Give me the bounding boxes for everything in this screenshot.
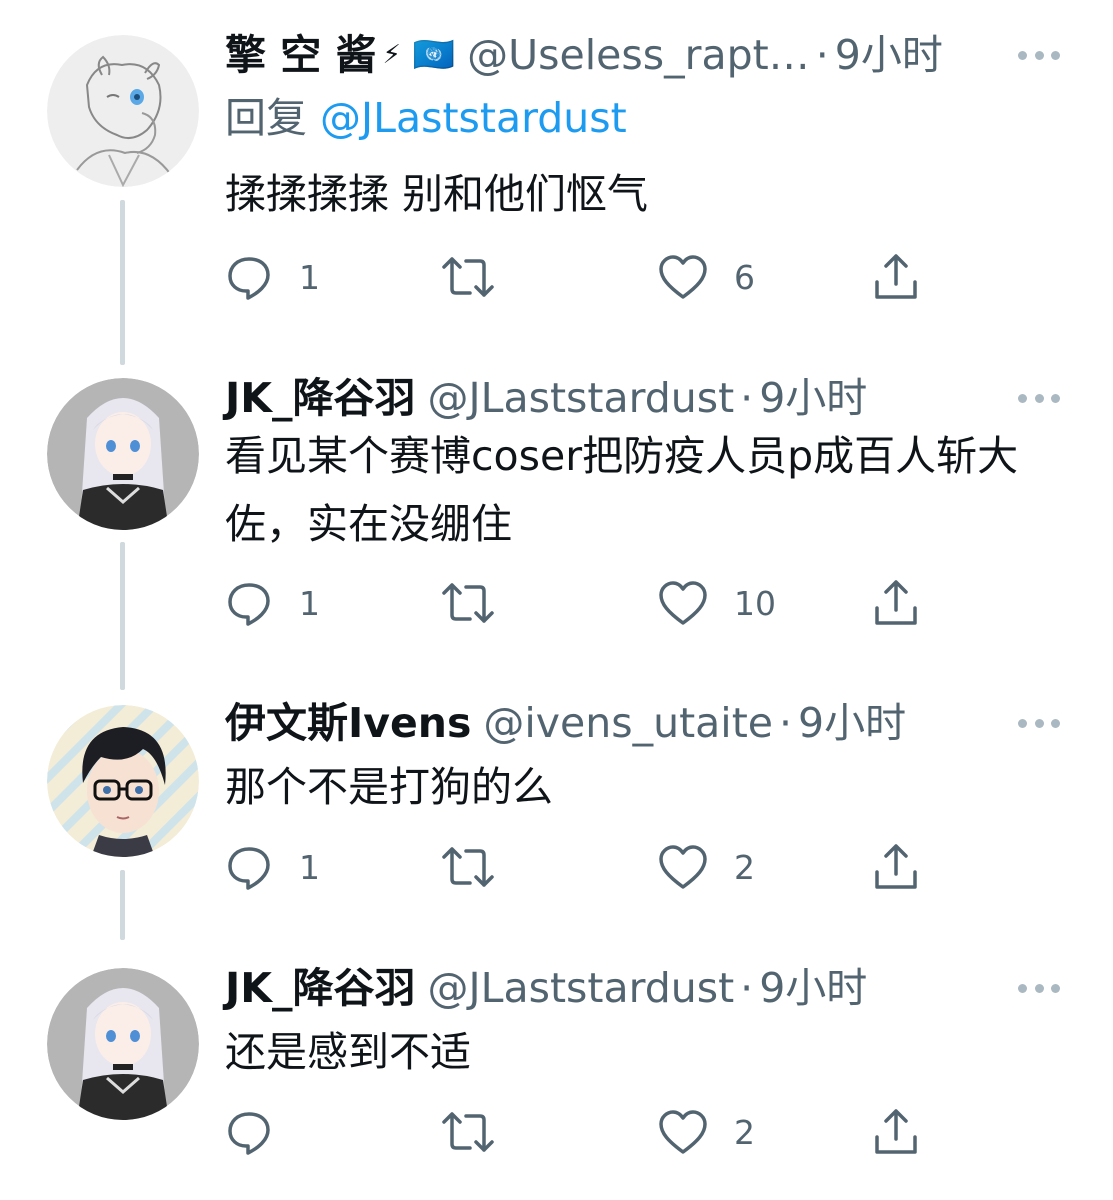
reply-count: 1 — [299, 847, 320, 887]
tweet-actions: 1 10 — [225, 575, 945, 631]
tweet-text: 还是感到不适 — [225, 1028, 471, 1076]
retweet-button[interactable] — [440, 1104, 522, 1160]
thread-line — [120, 200, 125, 365]
retweet-icon — [442, 583, 494, 623]
like-icon — [659, 1110, 707, 1154]
tweet-4[interactable]: JK_降谷羽 @JLaststardust · 9小时 还是感到不适 2 — [0, 950, 1113, 1200]
share-icon — [875, 844, 917, 889]
like-button[interactable]: 6 — [658, 249, 755, 305]
share-icon — [875, 254, 917, 299]
like-count: 10 — [734, 583, 776, 623]
like-count: 2 — [734, 1112, 755, 1152]
reply-icon — [228, 257, 270, 300]
like-button[interactable]: 10 — [658, 575, 776, 631]
reply-icon — [228, 1112, 270, 1155]
reply-prefix: 回复 — [225, 94, 307, 142]
un-flag-badge-icon: 🇺🇳 — [412, 35, 456, 75]
user-handle[interactable]: @Useless_rapt… — [467, 25, 810, 85]
retweet-icon — [442, 1112, 494, 1152]
reply-count: 1 — [299, 583, 320, 623]
like-button[interactable]: 2 — [658, 839, 755, 895]
user-handle[interactable]: @ivens_utaite — [483, 693, 773, 753]
tweet-header: 伊文斯Ivens @ivens_utaite · 9小时 — [225, 693, 906, 753]
thread-line — [120, 542, 125, 690]
retweet-icon — [442, 847, 494, 887]
avatar-ivens[interactable] — [47, 705, 199, 857]
tweet-1[interactable]: 擎 空 酱 ⚡ 🇺🇳 @Useless_rapt… · 9小时 回复 @JLas… — [0, 0, 1113, 365]
like-count: 6 — [734, 257, 755, 297]
like-count: 2 — [734, 847, 755, 887]
timestamp[interactable]: 9小时 — [835, 25, 943, 85]
reply-button[interactable]: 1 — [225, 575, 320, 631]
tweet-actions: 1 6 — [225, 249, 945, 305]
more-icon[interactable] — [1018, 968, 1060, 1008]
tweet-3[interactable]: 伊文斯Ivens @ivens_utaite · 9小时 那个不是打狗的么 1 … — [0, 685, 1113, 950]
timestamp[interactable]: 9小时 — [759, 958, 867, 1018]
display-name[interactable]: 擎 空 酱 — [225, 25, 377, 85]
separator-dot: · — [740, 374, 754, 422]
tweet-header: JK_降谷羽 @JLaststardust · 9小时 — [225, 368, 867, 428]
tweet-header: 擎 空 酱 ⚡ 🇺🇳 @Useless_rapt… · 9小时 — [225, 25, 943, 85]
reply-context: 回复 @JLaststardust — [225, 90, 627, 146]
tweet-text: 揉揉揉揉 别和他们怄气 — [225, 170, 649, 218]
like-icon — [659, 581, 707, 625]
timestamp[interactable]: 9小时 — [798, 693, 906, 753]
more-icon[interactable] — [1018, 703, 1060, 743]
share-button[interactable] — [872, 839, 920, 895]
reply-icon — [228, 847, 270, 890]
display-name[interactable]: JK_降谷羽 — [225, 368, 416, 428]
reply-button[interactable]: 1 — [225, 249, 320, 305]
display-name[interactable]: 伊文斯Ivens — [225, 693, 471, 753]
lightning-badge-icon: ⚡ — [382, 40, 401, 70]
separator-dot: · — [779, 699, 793, 747]
timestamp[interactable]: 9小时 — [759, 368, 867, 428]
tweet-header: JK_降谷羽 @JLaststardust · 9小时 — [225, 958, 867, 1018]
thread-line — [120, 870, 125, 940]
tweet-actions: 2 — [225, 1104, 945, 1160]
user-handle[interactable]: @JLaststardust — [428, 368, 735, 428]
share-icon — [875, 580, 917, 625]
share-button[interactable] — [872, 249, 920, 305]
tweet-text: 看见某个赛博coser把防疫人员p成百人斩大佐，实在没绷住 — [225, 432, 1019, 548]
like-icon — [659, 255, 707, 299]
retweet-button[interactable] — [440, 575, 522, 631]
more-icon[interactable] — [1018, 35, 1060, 75]
tweet-2[interactable]: JK_降谷羽 @JLaststardust · 9小时 看见某个赛博coser把… — [0, 360, 1113, 690]
retweet-button[interactable] — [440, 839, 522, 895]
user-handle[interactable]: @JLaststardust — [428, 958, 735, 1018]
retweet-button[interactable] — [440, 249, 522, 305]
like-button[interactable]: 2 — [658, 1104, 755, 1160]
avatar-jk-jianggu[interactable] — [47, 968, 199, 1120]
separator-dot: · — [740, 964, 754, 1012]
retweet-icon — [442, 257, 494, 297]
avatar-jk-jianggu[interactable] — [47, 378, 199, 530]
more-icon[interactable] — [1018, 378, 1060, 418]
like-icon — [659, 845, 707, 889]
reply-button[interactable]: 1 — [225, 839, 320, 895]
avatar-kongjiang[interactable] — [47, 35, 199, 187]
reply-button[interactable] — [225, 1104, 299, 1160]
share-icon — [875, 1109, 917, 1154]
separator-dot: · — [815, 31, 829, 79]
share-button[interactable] — [872, 575, 920, 631]
reply-icon — [228, 583, 270, 626]
reply-to-handle-link[interactable]: @JLaststardust — [320, 94, 627, 142]
display-name[interactable]: JK_降谷羽 — [225, 958, 416, 1018]
share-button[interactable] — [872, 1104, 920, 1160]
tweet-text: 那个不是打狗的么 — [225, 763, 553, 811]
reply-count: 1 — [299, 257, 320, 297]
tweet-actions: 1 2 — [225, 839, 945, 895]
